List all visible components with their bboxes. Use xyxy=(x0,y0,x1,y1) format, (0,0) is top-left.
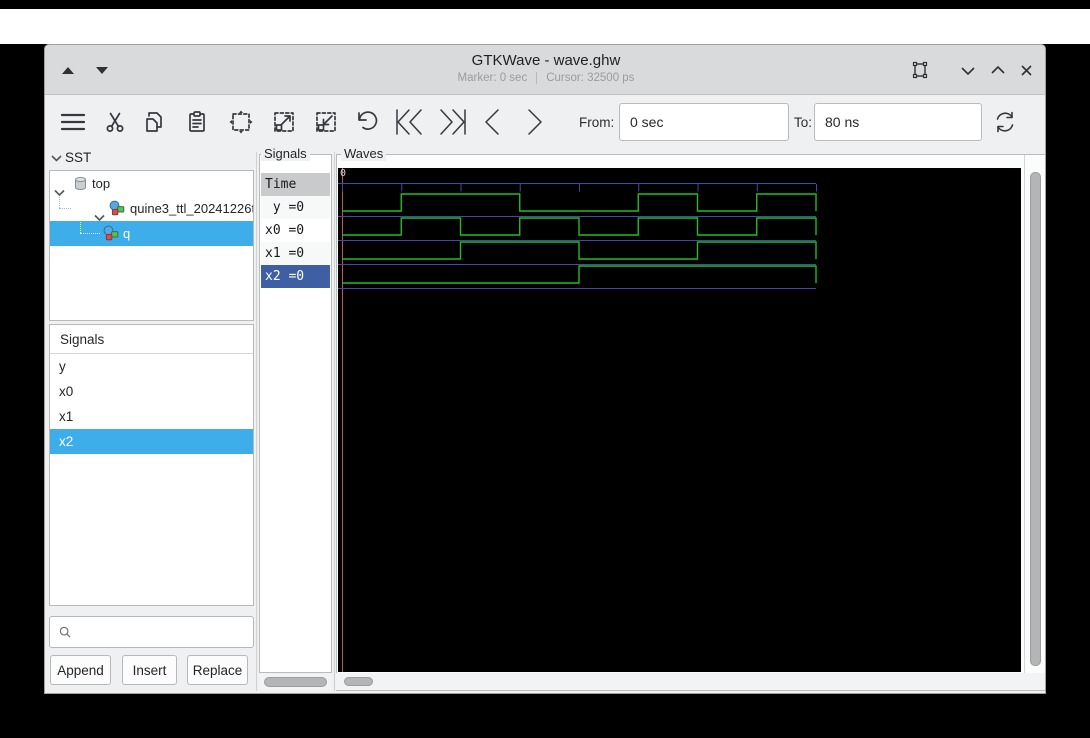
chevron-right-icon xyxy=(528,109,542,135)
undo-button[interactable] xyxy=(346,102,386,142)
tree-item-label: q xyxy=(123,226,131,241)
append-button[interactable]: Append xyxy=(50,655,111,685)
close-button[interactable] xyxy=(1013,57,1039,83)
search-input[interactable] xyxy=(77,617,253,647)
tree-item-label: quine3_ttl_20241226tes xyxy=(130,201,253,216)
cursor-status: Cursor: 32500 ps xyxy=(546,72,635,84)
desktop-background-band xyxy=(0,9,1090,44)
insert-button[interactable]: Insert xyxy=(122,655,177,685)
zoom-to-end-button[interactable] xyxy=(430,102,474,142)
chevron-down-icon xyxy=(961,66,975,75)
signal-value-row-y[interactable]: y =0 xyxy=(261,196,330,219)
zoom-in-button[interactable] xyxy=(264,102,304,142)
copy-icon xyxy=(146,112,162,132)
replace-button[interactable]: Replace xyxy=(187,655,248,685)
to-label: To: xyxy=(794,115,813,130)
copy-button[interactable] xyxy=(135,102,175,142)
zoom-to-start-button[interactable] xyxy=(388,102,432,142)
window-title: GTKWave - wave.ghw xyxy=(471,52,621,69)
reload-button[interactable] xyxy=(985,102,1025,142)
from-field[interactable] xyxy=(619,103,789,141)
waves-hscrollbar-thumb[interactable] xyxy=(344,677,373,686)
subtitle-divider xyxy=(536,72,538,84)
sst-tree-panel: top quine3_ttl_20241226tes q xyxy=(49,170,254,321)
waveform-plot xyxy=(338,168,817,672)
zoom-fit-icon xyxy=(229,110,253,134)
close-icon xyxy=(1020,64,1032,76)
signal-value-row-x2[interactable]: x2 =0 xyxy=(261,265,330,288)
to-field[interactable] xyxy=(814,103,982,141)
paste-button[interactable] xyxy=(177,102,217,142)
signal-values-panel: Time y =0 x0 =0 x1 =0 x2 =0 xyxy=(259,154,332,673)
shift-left-button[interactable] xyxy=(472,102,512,142)
maximize-button[interactable] xyxy=(985,57,1011,83)
search-icon xyxy=(59,626,71,638)
waves-frame-label: Waves xyxy=(341,146,387,161)
fullscreen-icon xyxy=(912,61,928,79)
time-column-header: Time xyxy=(261,173,330,196)
signals-frame-label: Signals xyxy=(261,146,310,161)
list-item-x2[interactable]: x2 xyxy=(50,429,253,454)
zoom-out-icon xyxy=(316,112,336,132)
tree-item-top[interactable]: top xyxy=(50,171,253,196)
signal-value-row-x0[interactable]: x0 =0 xyxy=(261,219,330,242)
tree-item-label: top xyxy=(92,176,111,191)
list-item-x0[interactable]: x0 xyxy=(50,379,253,404)
waves-hscrollbar-track[interactable] xyxy=(336,673,1045,690)
shift-right-button[interactable] xyxy=(515,102,555,142)
timeline-origin-label: 0 xyxy=(340,168,347,179)
titlebar[interactable]: GTKWave - wave.ghw Marker: 0 sec Cursor:… xyxy=(45,45,1045,95)
scissors-icon xyxy=(106,112,124,132)
module-icon xyxy=(109,200,125,216)
list-item-x1[interactable]: x1 xyxy=(50,404,253,429)
zoom-in-icon xyxy=(274,112,294,132)
tree-guide-line xyxy=(59,208,71,209)
undo-arrow-icon xyxy=(358,111,378,130)
sst-label: SST xyxy=(65,150,92,165)
from-label: From: xyxy=(579,115,615,130)
cut-button[interactable] xyxy=(95,102,135,142)
pane-splitter[interactable] xyxy=(334,152,335,691)
signal-values-hscrollbar-track[interactable] xyxy=(259,674,332,691)
chevron-left-icon xyxy=(485,109,499,135)
menu-button[interactable] xyxy=(53,102,93,142)
wave-canvas[interactable]: 0 xyxy=(338,168,1021,672)
pane-splitter[interactable] xyxy=(256,152,257,691)
database-icon xyxy=(75,177,86,190)
signal-value-row-x1[interactable]: x1 =0 xyxy=(261,242,330,265)
signal-list-header: Signals xyxy=(50,325,253,354)
signal-list-panel: Signals y x0 x1 x2 xyxy=(49,324,254,606)
tree-guide-line xyxy=(80,233,100,234)
signal-values-hscrollbar-thumb[interactable] xyxy=(264,677,327,687)
chevron-down-icon xyxy=(51,150,62,165)
waves-vscrollbar-track[interactable] xyxy=(1024,155,1045,673)
skip-to-start-icon xyxy=(396,109,422,135)
reload-icon xyxy=(996,111,1014,133)
minimize-button[interactable] xyxy=(955,57,981,83)
expander-chevron-icon[interactable] xyxy=(54,180,65,196)
hamburger-menu-icon xyxy=(60,113,86,131)
status-subtitle: Marker: 0 sec Cursor: 32500 ps xyxy=(45,72,1045,84)
sst-pane-header[interactable]: SST xyxy=(51,150,91,165)
zoom-fit-button[interactable] xyxy=(221,102,261,142)
expander-chevron-icon[interactable] xyxy=(94,205,105,221)
waves-vscrollbar-thumb[interactable] xyxy=(1030,172,1041,666)
marker-status: Marker: 0 sec xyxy=(457,72,528,84)
skip-to-end-icon xyxy=(440,109,466,135)
fullscreen-button[interactable] xyxy=(907,57,933,83)
gtkwave-window: GTKWave - wave.ghw Marker: 0 sec Cursor:… xyxy=(44,44,1046,694)
signal-search-box xyxy=(49,616,254,648)
tree-item-q[interactable]: q xyxy=(50,221,253,246)
tree-guide-line xyxy=(80,221,81,233)
module-icon xyxy=(103,225,119,241)
tree-item-quine3[interactable]: quine3_ttl_20241226tes xyxy=(50,196,253,221)
chevron-up-icon xyxy=(991,65,1005,74)
list-item-y[interactable]: y xyxy=(50,354,253,379)
zoom-out-button[interactable] xyxy=(306,102,346,142)
tree-guide-line xyxy=(59,196,60,208)
clipboard-paste-icon xyxy=(189,111,205,132)
